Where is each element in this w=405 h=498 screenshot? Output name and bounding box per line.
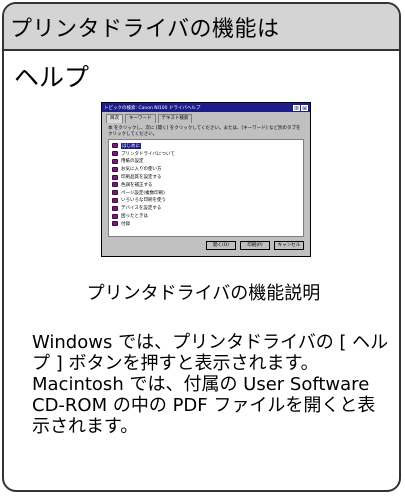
book-icon — [112, 151, 118, 157]
book-icon — [112, 197, 118, 203]
windows-paragraph: Windows では、プリンタドライバの [ ヘルプ ] ボタンを押すと表示され… — [32, 332, 389, 374]
tab-contents[interactable]: 目次 — [106, 114, 123, 123]
book-icon — [112, 158, 118, 164]
card-header: プリンタドライバの機能は — [4, 4, 399, 51]
book-icon — [112, 205, 118, 211]
cancel-button[interactable]: キャンセル — [274, 241, 304, 250]
macintosh-paragraph: Macintosh では、付属の User Software CD-ROM の中… — [32, 374, 376, 437]
list-item[interactable]: いろいろな印刷を使う — [112, 197, 300, 205]
dialog-titlebar: トピックの検索: Canon NI100 ドライバヘルプ ? × — [102, 103, 310, 112]
book-icon — [112, 190, 118, 196]
list-item[interactable]: デバイスを設定する — [112, 204, 300, 212]
book-icon — [112, 143, 118, 149]
header-title: プリンタドライバの機能は — [10, 16, 280, 42]
help-card: プリンタドライバの機能は ヘルプ トピックの検索: Canon NI100 ドラ… — [2, 2, 401, 492]
list-item[interactable]: 困ったときは — [112, 212, 300, 220]
dialog-tabs: 目次 キーワード テキスト検索 — [102, 112, 310, 123]
book-icon — [112, 166, 118, 172]
print-button[interactable]: 印刷(P) — [240, 241, 270, 250]
tab-keyword[interactable]: キーワード — [125, 114, 156, 123]
section-subtitle: ヘルプ — [14, 63, 90, 92]
list-item[interactable]: お気に入りの使い方 — [112, 165, 300, 173]
close-icon[interactable]: × — [301, 104, 308, 111]
help-dialog-screenshot: トピックの検索: Canon NI100 ドライバヘルプ ? × 目次 キーワー… — [101, 102, 311, 257]
open-button[interactable]: 開く(O) — [206, 241, 236, 250]
book-icon — [112, 221, 118, 227]
list-item[interactable]: 付録 — [112, 220, 300, 228]
list-item[interactable]: 印刷品質を設定する — [112, 173, 300, 181]
list-item[interactable]: プリンタドライバについて — [112, 150, 300, 158]
help-icon[interactable]: ? — [293, 104, 300, 111]
tab-text-search[interactable]: テキスト検索 — [157, 114, 193, 123]
figure-caption: プリンタドライバの機能説明 — [86, 283, 321, 304]
list-item[interactable]: ページ設定(複数印刷) — [112, 189, 300, 197]
dialog-title: トピックの検索: Canon NI100 ドライバヘルプ — [104, 105, 201, 111]
book-icon — [112, 213, 118, 219]
description-text: Windows では、プリンタドライバの [ ヘルプ ] ボタンを押すと表示され… — [18, 332, 390, 437]
book-icon — [112, 182, 118, 188]
list-item[interactable]: はじめに — [112, 142, 300, 150]
dialog-buttons: 開く(O) 印刷(P) キャンセル — [206, 241, 304, 250]
list-item[interactable]: 色調を補正する — [112, 181, 300, 189]
list-item[interactable]: 用紙の設定 — [112, 158, 300, 166]
topic-list[interactable]: はじめに プリンタドライバについて 用紙の設定 お気に入りの使い方 印刷品質を設… — [108, 139, 304, 237]
book-icon — [112, 174, 118, 180]
